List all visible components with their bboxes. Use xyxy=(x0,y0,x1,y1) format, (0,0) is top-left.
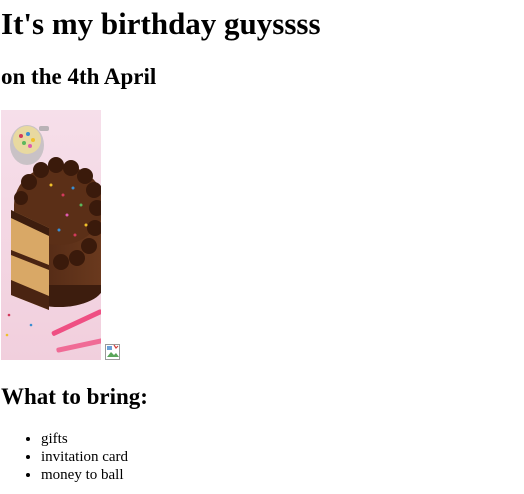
broken-image-icon xyxy=(105,344,121,360)
list-item: money to ball xyxy=(41,466,128,484)
what-to-bring-heading: What to bring: xyxy=(1,384,148,409)
page-title: It's my birthday guyssss xyxy=(1,6,321,41)
birthday-date-heading: on the 4th April xyxy=(1,64,157,89)
cake-illustration xyxy=(1,110,101,360)
chocolate-cake-photo xyxy=(1,110,101,360)
bring-list: gifts invitation card money to ball xyxy=(0,430,128,484)
list-item: gifts xyxy=(41,430,128,448)
list-item: invitation card xyxy=(41,448,128,466)
